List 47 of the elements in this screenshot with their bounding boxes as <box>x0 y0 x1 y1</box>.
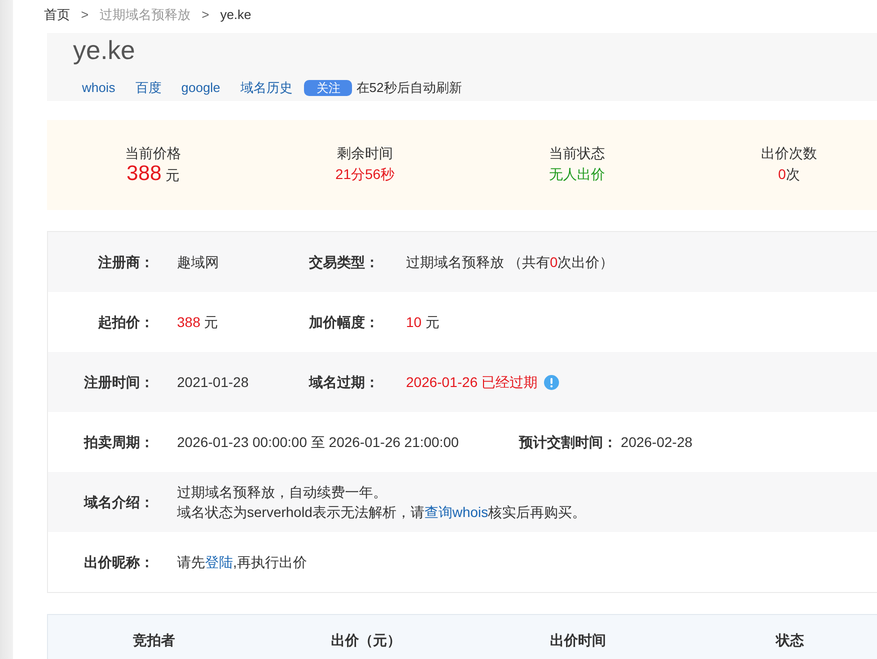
header-link[interactable]: 域名历史 <box>240 78 292 98</box>
domain-title: ye.ke <box>73 35 136 65</box>
field-value: 趣域网 <box>177 253 219 272</box>
field-value: 2026-02-28 <box>620 433 692 452</box>
field-label: 交易类型： <box>309 252 380 272</box>
summary-value: 无人出价 <box>549 165 605 184</box>
breadcrumb-separator: > <box>81 6 89 24</box>
breadcrumb-link[interactable]: 首页 <box>44 5 70 25</box>
field-label: 注册商： <box>97 252 154 272</box>
summary-value: 21分56秒 <box>335 165 395 184</box>
breadcrumb-separator: > <box>202 6 210 24</box>
header-link[interactable]: google <box>181 78 220 98</box>
refresh-note: 在52秒后自动刷新 <box>356 79 462 98</box>
field-label: 出价昵称： <box>83 552 154 572</box>
column-header: 出价（元） <box>331 631 401 650</box>
field-value: 10 元 <box>406 313 440 332</box>
column-header: 状态 <box>776 631 804 650</box>
field-label: 拍卖周期： <box>82 432 154 452</box>
field-label: 加价幅度： <box>309 312 380 332</box>
breadcrumb-current: ye.ke <box>220 6 252 24</box>
summary-value: 0次 <box>778 165 800 184</box>
field-label: 域名过期： <box>309 372 380 392</box>
field-value: 域名状态为serverhold表示无法解析，请查询whois核实后再购买。 <box>177 503 586 522</box>
field-label: 域名介绍： <box>82 492 154 512</box>
summary-value: 388 元 <box>126 163 180 187</box>
summary-label: 出价次数 <box>761 144 817 163</box>
field-value: 388 元 <box>177 313 218 332</box>
breadcrumb-link[interactable]: 过期域名预释放 <box>100 5 191 25</box>
field-value: 请先登陆,再执行出价 <box>177 553 307 572</box>
summary-label: 当前价格 <box>125 144 181 163</box>
field-value: 2026-01-26 已经过期 <box>406 373 538 392</box>
field-value: 2021-01-28 <box>177 373 249 392</box>
header-link[interactable]: whois <box>82 78 116 98</box>
inline-link[interactable]: 登陆 <box>205 554 233 570</box>
field-value: 过期域名预释放 （共有0次出价） <box>406 253 614 272</box>
summary-label: 当前状态 <box>549 144 605 163</box>
field-label: 起拍价： <box>97 312 154 332</box>
field-label: 预计交割时间： <box>518 432 617 452</box>
field-value: 过期域名预释放，自动续费一年。 <box>177 483 388 502</box>
follow-button[interactable]: 关注 <box>304 80 352 96</box>
column-header: 出价时间 <box>550 631 606 650</box>
field-label: 注册时间： <box>83 372 154 392</box>
column-header: 竞拍者 <box>133 631 175 650</box>
field-value: 2026-01-23 00:00:00 至 2026-01-26 21:00:00 <box>177 433 459 452</box>
inline-link[interactable]: 查询whois <box>424 504 488 520</box>
header-link[interactable]: 百度 <box>135 78 162 98</box>
summary-label: 剩余时间 <box>337 144 393 163</box>
